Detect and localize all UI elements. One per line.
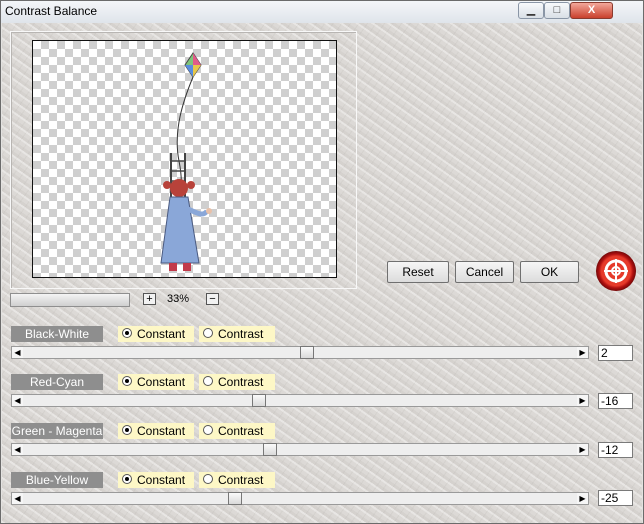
radio-label: Contrast — [218, 327, 264, 341]
value-field-blue-yellow[interactable]: -25 — [598, 490, 633, 506]
scroll-left-arrow[interactable]: ◀ — [12, 347, 23, 358]
radio-dot — [203, 328, 213, 338]
radio-constant-green-magenta[interactable]: Constant — [118, 423, 194, 439]
scroll-left-arrow[interactable]: ◀ — [12, 493, 23, 504]
slider-red-cyan[interactable]: ◀ ▶ — [11, 394, 589, 407]
dialog-body: + 33% − Reset Cancel OK Black-White Cons… — [2, 23, 642, 523]
cancel-button[interactable]: Cancel — [455, 261, 514, 283]
slider-green-magenta[interactable]: ◀ ▶ — [11, 443, 589, 456]
radio-contrast-green-magenta[interactable]: Contrast — [199, 423, 275, 439]
slider-thumb[interactable] — [252, 394, 266, 407]
row-label-red-cyan: Red-Cyan — [11, 374, 103, 390]
window-title: Contrast Balance — [5, 4, 98, 18]
radio-label: Constant — [137, 424, 186, 438]
value-field-red-cyan[interactable]: -16 — [598, 393, 633, 409]
zoom-track[interactable] — [10, 293, 130, 307]
radio-label: Constant — [137, 473, 186, 487]
row-label-blue-yellow: Blue-Yellow — [11, 472, 103, 488]
ok-button[interactable]: OK — [520, 261, 579, 283]
radio-label: Contrast — [218, 375, 264, 389]
preview-frame — [10, 31, 357, 289]
zoom-out-button[interactable]: − — [206, 293, 219, 305]
scroll-right-arrow[interactable]: ▶ — [577, 347, 588, 358]
slider-blue-yellow[interactable]: ◀ ▶ — [11, 492, 589, 505]
radio-dot — [203, 425, 213, 435]
radio-contrast-red-cyan[interactable]: Contrast — [199, 374, 275, 390]
radio-label: Constant — [137, 375, 186, 389]
value-field-black-white[interactable]: 2 — [598, 345, 633, 361]
slider-thumb[interactable] — [228, 492, 242, 505]
scroll-right-arrow[interactable]: ▶ — [577, 493, 588, 504]
close-button[interactable]: X — [570, 2, 613, 19]
preview-canvas[interactable] — [32, 40, 337, 278]
value-field-green-magenta[interactable]: -12 — [598, 442, 633, 458]
lifebuoy-crosshair-icon[interactable] — [596, 251, 636, 291]
scroll-right-arrow[interactable]: ▶ — [577, 395, 588, 406]
scroll-right-arrow[interactable]: ▶ — [577, 444, 588, 455]
logo-glyph — [604, 259, 628, 283]
girl-figure-icon — [160, 179, 212, 271]
scroll-left-arrow[interactable]: ◀ — [12, 444, 23, 455]
radio-contrast-black-white[interactable]: Contrast — [199, 326, 275, 342]
radio-dot — [122, 376, 132, 386]
radio-label: Contrast — [218, 424, 264, 438]
row-label-black-white: Black-White — [11, 326, 103, 342]
radio-dot — [122, 328, 132, 338]
radio-constant-blue-yellow[interactable]: Constant — [118, 472, 194, 488]
maximize-button[interactable]: □ — [544, 2, 570, 19]
radio-contrast-blue-yellow[interactable]: Contrast — [199, 472, 275, 488]
slider-thumb[interactable] — [300, 346, 314, 359]
radio-dot — [203, 474, 213, 484]
kite-icon — [184, 52, 202, 78]
radio-constant-black-white[interactable]: Constant — [118, 326, 194, 342]
radio-label: Contrast — [218, 473, 264, 487]
radio-constant-red-cyan[interactable]: Constant — [118, 374, 194, 390]
reset-button[interactable]: Reset — [387, 261, 449, 283]
title-bar[interactable]: Contrast Balance ▁ □ X — [1, 1, 643, 23]
radio-dot — [203, 376, 213, 386]
scroll-left-arrow[interactable]: ◀ — [12, 395, 23, 406]
radio-label: Constant — [137, 327, 186, 341]
zoom-level: 33% — [167, 293, 190, 305]
radio-dot — [122, 474, 132, 484]
slider-black-white[interactable]: ◀ ▶ — [11, 346, 589, 359]
zoom-in-button[interactable]: + — [143, 293, 156, 305]
contrast-balance-dialog: Contrast Balance ▁ □ X + 33% − Reset Can… — [0, 0, 644, 524]
radio-dot — [122, 425, 132, 435]
preview-image — [160, 52, 212, 271]
row-label-green-magenta: Green - Magenta — [11, 423, 103, 439]
minimize-button[interactable]: ▁ — [518, 2, 544, 19]
slider-thumb[interactable] — [263, 443, 277, 456]
